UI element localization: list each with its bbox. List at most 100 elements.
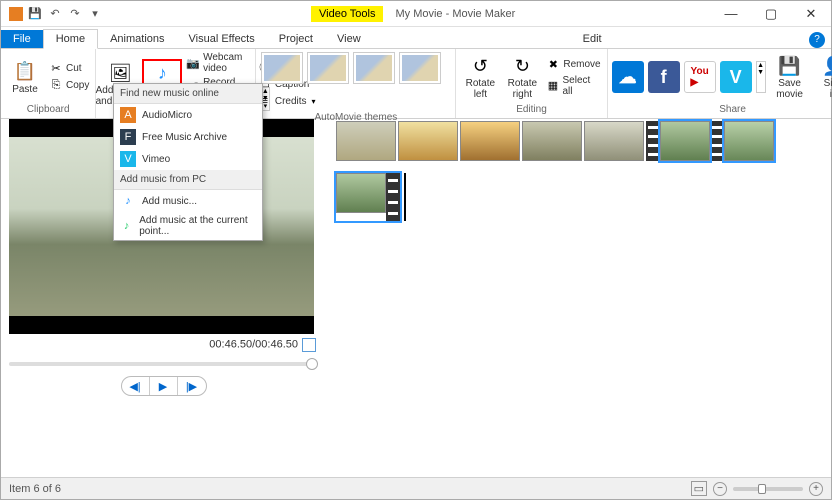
music-note-icon: ♪ xyxy=(150,61,174,85)
tab-animations[interactable]: Animations xyxy=(98,30,176,48)
help-icon[interactable]: ? xyxy=(809,32,825,48)
close-button[interactable]: ✕ xyxy=(791,1,831,27)
zoom-in-button[interactable]: + xyxy=(809,482,823,496)
window-title: My Movie - Movie Maker xyxy=(395,8,515,20)
dropdown-heading: Find new music online xyxy=(114,84,262,104)
rotate-left-button[interactable]: ↺Rotate left xyxy=(460,52,500,102)
group-clipboard: 📋 Paste ✂Cut ⎘Copy Clipboard xyxy=(1,49,96,118)
vimeo-menu-icon: V xyxy=(120,151,136,167)
clip-with-sprocket[interactable] xyxy=(646,121,774,161)
sign-in-icon: 👤 xyxy=(822,54,832,78)
tab-view[interactable]: View xyxy=(325,30,373,48)
app-icon xyxy=(9,7,23,21)
zoom-slider[interactable] xyxy=(733,487,803,491)
playhead-marker[interactable] xyxy=(404,173,406,221)
status-bar: Item 6 of 6 ▭ − + xyxy=(1,477,831,499)
rotate-left-icon: ↺ xyxy=(468,54,492,78)
vimeo-icon[interactable]: V xyxy=(720,61,752,93)
storyboard-track-row2 xyxy=(336,173,821,221)
paste-button[interactable]: 📋 Paste xyxy=(5,58,45,97)
prev-frame-button[interactable]: ◀| xyxy=(122,377,150,395)
film-sprocket-icon xyxy=(710,121,724,161)
sign-in-button[interactable]: 👤Sign in xyxy=(814,52,832,102)
save-icon[interactable]: 💾 xyxy=(27,6,43,22)
redo-icon[interactable]: ↷ xyxy=(67,6,83,22)
menu-item-vimeo[interactable]: VVimeo xyxy=(114,148,262,170)
play-button[interactable]: ▶ xyxy=(150,377,178,395)
clip-thumbnail[interactable] xyxy=(336,121,396,161)
onedrive-icon[interactable]: ☁ xyxy=(612,61,644,93)
theme-thumbnail[interactable] xyxy=(399,52,441,84)
theme-thumbnail[interactable] xyxy=(261,52,303,84)
maximize-button[interactable]: ▢ xyxy=(751,1,791,27)
rotate-right-icon: ↻ xyxy=(510,54,534,78)
clip-thumbnail[interactable] xyxy=(460,121,520,161)
menu-item-free-music-archive[interactable]: FFree Music Archive xyxy=(114,126,262,148)
select-all-icon: ▦ xyxy=(546,79,559,93)
seek-bar[interactable] xyxy=(9,362,314,366)
rotate-right-button[interactable]: ↻Rotate right xyxy=(502,52,542,102)
zoom-out-button[interactable]: − xyxy=(713,482,727,496)
theme-thumbnail[interactable] xyxy=(353,52,395,84)
cut-icon: ✂ xyxy=(49,62,63,76)
copy-icon: ⎘ xyxy=(49,79,63,93)
select-all-button[interactable]: ▦Select all xyxy=(544,74,602,98)
minimize-button[interactable]: — xyxy=(711,1,751,27)
group-automovie: ▲▼▾ AutoMovie themes xyxy=(256,49,456,118)
tab-visual-effects[interactable]: Visual Effects xyxy=(177,30,267,48)
add-music-dropdown: Find new music online AAudioMicro FFree … xyxy=(113,83,263,241)
menu-item-add-music[interactable]: ♪Add music... xyxy=(114,190,262,212)
zoom-controls: ▭ − + xyxy=(691,481,823,496)
timecode: 00:46.50/00:46.50 xyxy=(9,334,318,356)
status-text: Item 6 of 6 xyxy=(9,483,61,495)
facebook-icon[interactable]: f xyxy=(648,61,680,93)
remove-icon: ✖ xyxy=(546,58,560,72)
clip-thumbnail[interactable] xyxy=(584,121,644,161)
add-videos-icon: 🖼 xyxy=(108,61,132,85)
fma-icon: F xyxy=(120,129,136,145)
playback-controls: ◀| ▶ |▶ xyxy=(9,376,318,396)
share-gallery-scroll[interactable]: ▲▼ xyxy=(756,61,766,93)
seek-thumb[interactable] xyxy=(306,358,318,370)
clip-thumbnail[interactable] xyxy=(336,173,386,213)
remove-button[interactable]: ✖Remove xyxy=(544,57,602,73)
music-note-icon: ♪ xyxy=(120,218,133,234)
music-note-icon: ♪ xyxy=(120,193,136,209)
fullscreen-icon[interactable] xyxy=(302,338,316,352)
clip-thumbnail[interactable] xyxy=(660,121,710,161)
copy-button[interactable]: ⎘Copy xyxy=(47,78,91,94)
storyboard-track xyxy=(336,121,821,161)
dropdown-heading: Add music from PC xyxy=(114,170,262,190)
undo-icon[interactable]: ↶ xyxy=(47,6,63,22)
clip-thumbnail[interactable] xyxy=(724,121,774,161)
title-bar: 💾 ↶ ↷ ▾ Video Tools My Movie - Movie Mak… xyxy=(1,1,831,27)
tab-file[interactable]: File xyxy=(1,30,43,48)
clip-thumbnail[interactable] xyxy=(398,121,458,161)
next-frame-button[interactable]: |▶ xyxy=(178,377,206,395)
paste-icon: 📋 xyxy=(13,60,37,84)
audiomicro-icon: A xyxy=(120,107,136,123)
group-editing: ↺Rotate left ↻Rotate right ✖Remove ▦Sele… xyxy=(456,49,607,118)
cut-button[interactable]: ✂Cut xyxy=(47,61,91,77)
timeline-pane[interactable] xyxy=(326,119,831,477)
zoom-slider-thumb[interactable] xyxy=(758,484,766,494)
theme-thumbnail[interactable] xyxy=(307,52,349,84)
webcam-button[interactable]: 📷Webcam video xyxy=(184,51,253,75)
youtube-icon[interactable]: You▶ xyxy=(684,61,716,93)
save-movie-button[interactable]: 💾Save movie xyxy=(770,52,810,102)
clip-with-sprocket[interactable] xyxy=(336,173,400,221)
quick-access-toolbar: 💾 ↶ ↷ ▾ xyxy=(1,6,111,22)
view-mode-icon[interactable]: ▭ xyxy=(691,481,707,496)
menu-item-add-music-current-point[interactable]: ♪Add music at the current point... xyxy=(114,212,262,240)
save-movie-icon: 💾 xyxy=(778,54,802,78)
tab-project[interactable]: Project xyxy=(267,30,325,48)
ribbon-tabs: File Home Animations Visual Effects Proj… xyxy=(1,27,831,49)
qat-more-icon[interactable]: ▾ xyxy=(87,6,103,22)
tab-edit[interactable]: Edit xyxy=(571,30,614,48)
film-sprocket-icon xyxy=(646,121,660,161)
menu-item-audiomicro[interactable]: AAudioMicro xyxy=(114,104,262,126)
clip-thumbnail[interactable] xyxy=(522,121,582,161)
video-tools-contextual-tab[interactable]: Video Tools xyxy=(311,6,383,22)
webcam-icon: 📷 xyxy=(186,56,200,70)
tab-home[interactable]: Home xyxy=(43,29,98,49)
